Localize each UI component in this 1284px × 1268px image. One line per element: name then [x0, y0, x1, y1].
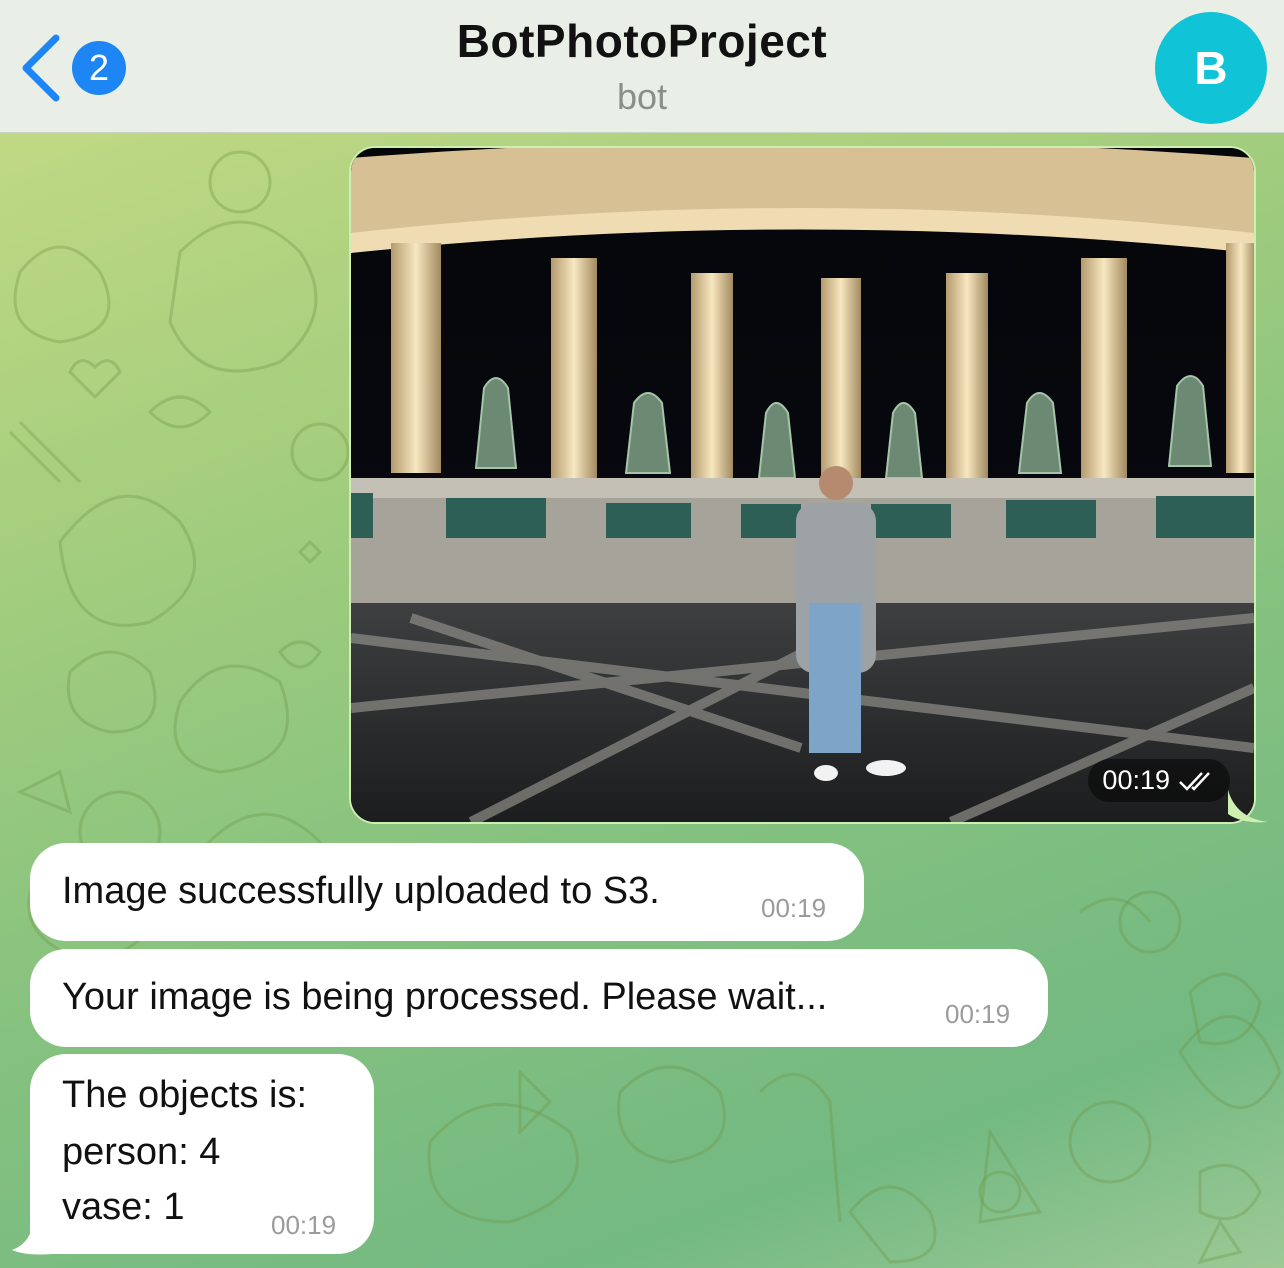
- chat-header: 2 BotPhotoProject bot B: [0, 0, 1284, 133]
- message-text-line: vase: 1: [62, 1186, 185, 1228]
- message-text: Image successfully uploaded to S3.: [62, 870, 660, 912]
- message-time: 00:19: [271, 1210, 337, 1240]
- chat-title[interactable]: BotPhotoProject: [0, 14, 1284, 68]
- chat-subtitle: bot: [616, 76, 668, 117]
- photo-timestamp: 00:19: [1088, 759, 1230, 802]
- incoming-message[interactable]: The objects is: person: 4 vase: 1 00:19: [30, 1054, 374, 1254]
- photo-image: [351, 148, 1254, 822]
- photo-time-text: 00:19: [1102, 765, 1170, 795]
- message-time: 00:19: [761, 893, 827, 923]
- outgoing-bubble-tail: [1228, 790, 1268, 823]
- double-check-icon: [1179, 771, 1210, 791]
- outgoing-photo-message[interactable]: 00:19: [349, 146, 1256, 824]
- incoming-message[interactable]: Image successfully uploaded to S3. 00:19: [30, 843, 864, 941]
- message-time: 00:19: [945, 999, 1011, 1029]
- message-text-line: person: 4: [62, 1131, 221, 1173]
- incoming-message[interactable]: Your image is being processed. Please wa…: [30, 949, 1048, 1047]
- avatar[interactable]: B: [1155, 12, 1267, 124]
- message-text-line: The objects is:: [62, 1074, 307, 1116]
- message-text: Your image is being processed. Please wa…: [62, 976, 828, 1018]
